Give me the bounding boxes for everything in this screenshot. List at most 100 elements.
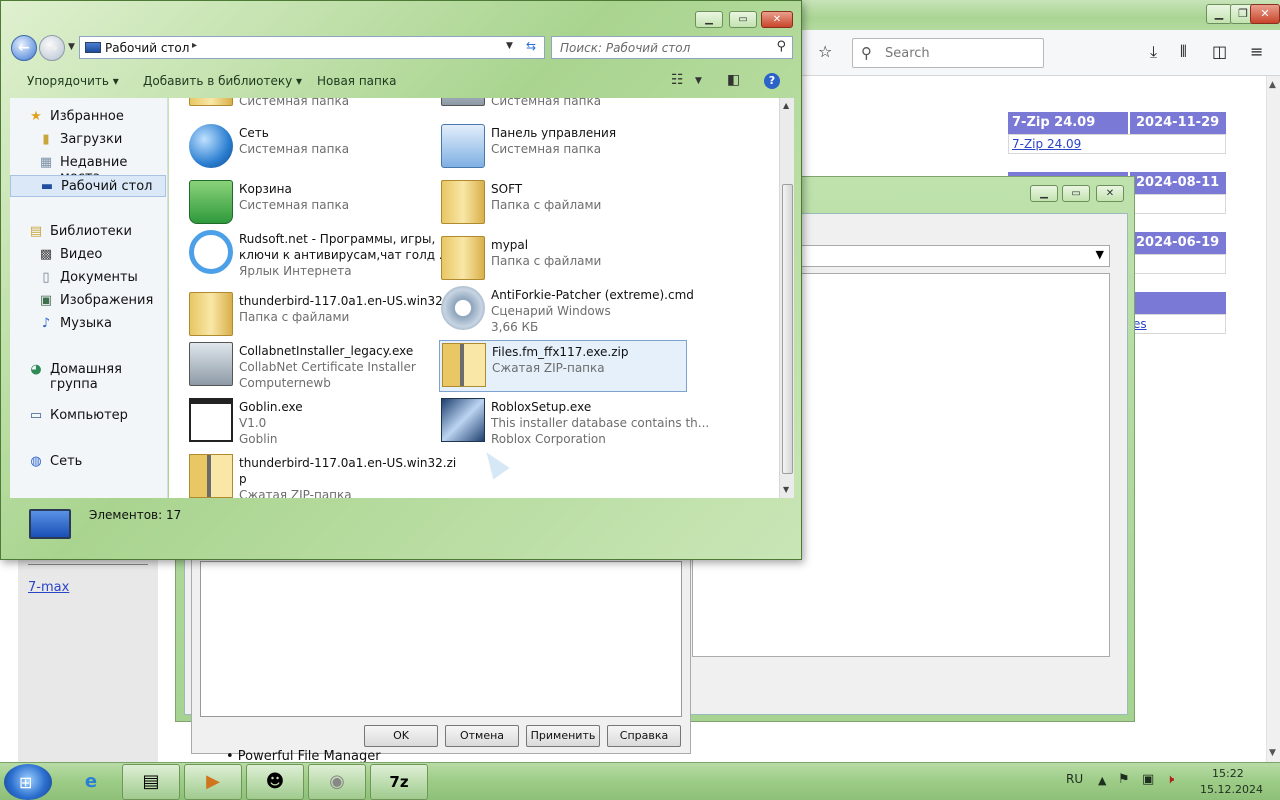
list-item[interactable]: SOFT Папка с файлами (439, 178, 687, 230)
nav-item-computer[interactable]: ▭ Компьютер (10, 405, 166, 427)
close-button[interactable]: ✕ (1096, 185, 1124, 202)
list-item[interactable]: CollabnetInstaller_legacy.exe CollabNet … (187, 340, 435, 392)
file-name: Панель управления (491, 126, 617, 140)
clock-time[interactable]: 15:22 (1212, 767, 1244, 780)
close-button[interactable]: ✕ (1250, 4, 1280, 24)
minimize-button[interactable]: ▁ (695, 11, 723, 28)
minimize-button[interactable]: ▁ (1030, 185, 1058, 202)
media-player-icon[interactable]: ▶ (184, 764, 242, 800)
organize-button[interactable]: Упорядочить ▾ (27, 74, 119, 88)
maximize-button[interactable]: ▭ (1062, 185, 1090, 202)
file-name: Сеть (239, 126, 269, 140)
list-item[interactable]: Сеть Системная папка (187, 122, 435, 174)
network-tray-icon[interactable]: ▣ (1142, 772, 1154, 787)
nav-item-homegroup[interactable]: ◕ Домашняя группа (10, 359, 166, 392)
add-to-library-button[interactable]: Добавить в библиотеку ▾ (143, 74, 302, 88)
close-button[interactable]: ✕ (761, 11, 793, 28)
list-item[interactable]: Корзина Системная папка (187, 178, 435, 230)
clock-date[interactable]: 15.12.2024 (1200, 783, 1263, 796)
raccoon-app-icon[interactable]: ☻ (246, 764, 304, 800)
history-dropdown-icon[interactable]: ▼ (68, 42, 75, 52)
scroll-down-icon[interactable]: ▼ (783, 485, 789, 494)
downloads-icon[interactable]: ⤓ (1150, 42, 1157, 62)
list-item[interactable]: Системная папка (187, 98, 435, 112)
nav-item-libraries[interactable]: ▤ Библиотеки (10, 221, 166, 243)
explorer-window: ▁ ▭ ✕ ← → ▼ Рабочий стол ▸ ▼ ⇆ Поиск: Ра… (0, 0, 802, 560)
bookmark-star-icon[interactable]: ☆ (818, 42, 832, 61)
menu-icon[interactable]: ≡ (1250, 42, 1263, 61)
roblox-icon (441, 398, 485, 442)
nav-item-recent-places[interactable]: ▦ Недавние места (10, 152, 166, 185)
file-type: Сжатая ZIP-папка (239, 488, 352, 498)
nav-item-network[interactable]: ◍ Сеть (10, 451, 166, 473)
7zip-icon[interactable]: 7z (370, 764, 428, 800)
forward-button[interactable]: → (39, 35, 65, 61)
list-item[interactable]: RobloxSetup.exe This installer database … (439, 396, 709, 448)
list-item[interactable]: Rudsoft.net - Программы, игры, ключи к а… (187, 228, 450, 280)
desktop-icon (85, 42, 101, 53)
disc-app-icon[interactable]: ◉ (308, 764, 366, 800)
library-icon[interactable]: ⫴ (1180, 42, 1187, 62)
apply-button[interactable]: Применить (526, 725, 600, 747)
help-button[interactable]: Справка (607, 725, 681, 747)
language-indicator[interactable]: RU (1066, 772, 1083, 786)
view-options-icon[interactable]: ☷ (671, 72, 684, 88)
nav-item-video[interactable]: ▩ Видео (10, 244, 166, 266)
folder-icon (441, 98, 485, 106)
nav-item-downloads[interactable]: ▮ Загрузки (10, 129, 166, 151)
new-folder-button[interactable]: Новая папка (317, 74, 396, 88)
cancel-button[interactable]: Отмена (445, 725, 519, 747)
ie-shortcut-icon (189, 230, 233, 274)
file-explorer-icon[interactable]: ▤ (122, 764, 180, 800)
list-item[interactable]: Системная папка (439, 98, 687, 112)
minimize-button[interactable]: ▁ (1206, 4, 1232, 24)
homegroup-icon: ◕ (30, 362, 42, 377)
maximize-button[interactable]: ▭ (729, 11, 757, 28)
list-item[interactable]: thunderbird-117.0a1.en-US.win32.zi p Сжа… (187, 452, 456, 498)
folder-icon (189, 98, 233, 106)
preview-pane-icon[interactable]: ◧ (727, 72, 740, 88)
address-dropdown-icon[interactable]: ▼ (506, 41, 513, 51)
help-icon[interactable]: ? (764, 73, 780, 89)
desktop-monitor-icon (29, 509, 71, 539)
list-item[interactable]: Goblin.exe V1.0 Goblin (187, 396, 435, 448)
breadcrumb-arrow-icon[interactable]: ▸ (192, 40, 197, 51)
list-item-selected[interactable]: Files.fm_ffx117.exe.zip Сжатая ZIP-папка (439, 340, 687, 392)
scroll-up-icon[interactable]: ▲ (783, 101, 789, 110)
scroll-up-icon[interactable]: ▲ (1269, 80, 1276, 90)
tray-expand-icon[interactable]: ▲ (1098, 774, 1106, 787)
file-name: Rudsoft.net - Программы, игры, (239, 232, 436, 246)
page-scrollbar[interactable]: ▲ ▼ (1266, 76, 1280, 762)
ok-button[interactable]: OK (364, 725, 438, 747)
file-company: Roblox Corporation (491, 432, 606, 446)
nav-item-pictures[interactable]: ▣ Изображения (10, 290, 166, 312)
sidebar-icon[interactable]: ◫ (1212, 42, 1227, 61)
action-center-flag-icon[interactable]: ⚑ (1118, 772, 1130, 787)
view-dropdown-icon[interactable]: ▼ (695, 76, 702, 86)
file-list-scrollbar[interactable]: ▲ ▼ (779, 98, 794, 498)
volume-muted-icon[interactable]: 🕨 (1166, 772, 1174, 787)
version-link[interactable]: es (1133, 317, 1147, 331)
scroll-down-icon[interactable]: ▼ (1269, 748, 1276, 758)
nav-item-documents[interactable]: ▯ Документы (10, 267, 166, 289)
back-button[interactable]: ← (11, 35, 37, 61)
nav-item-favorites[interactable]: ★ Избранное (10, 106, 166, 128)
list-item[interactable]: AntiForkie-Patcher (extreme).cmd Сценари… (439, 284, 694, 336)
list-item[interactable]: Панель управления Системная папка (439, 122, 687, 174)
version-link[interactable]: 7-Zip 24.09 (1012, 137, 1081, 151)
list-item[interactable]: mypal Папка с файлами (439, 234, 687, 286)
file-type: Системная папка (491, 98, 602, 108)
start-button[interactable]: ⊞ (4, 764, 52, 800)
nav-item-desktop[interactable]: ▬ Рабочий стол (10, 175, 166, 197)
explorer-search-input[interactable]: Поиск: Рабочий стол ⚲ (551, 36, 793, 59)
nav-item-music[interactable]: ♪ Музыка (10, 313, 166, 335)
list-item[interactable]: thunderbird-117.0a1.en-US.win32 Папка с … (187, 290, 443, 342)
refresh-icon[interactable]: ⇆ (526, 39, 536, 53)
browser-search-input[interactable]: ⚲ Search (852, 38, 1044, 68)
search-placeholder: Search (885, 46, 930, 61)
recent-icon: ▦ (39, 155, 53, 170)
scrollbar-thumb[interactable] (782, 184, 793, 474)
sidebar-link[interactable]: 7-max (28, 580, 69, 595)
internet-explorer-icon[interactable]: e (62, 764, 120, 800)
address-bar[interactable]: Рабочий стол ▸ ▼ ⇆ (79, 36, 545, 59)
